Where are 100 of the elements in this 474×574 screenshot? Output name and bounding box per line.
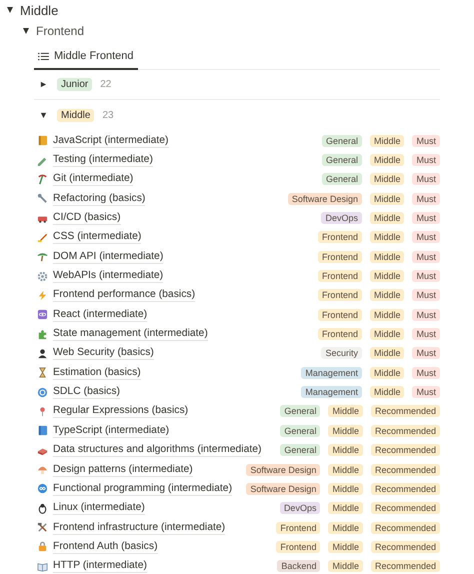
tag: Must — [412, 231, 440, 244]
tag: Middle — [370, 366, 404, 379]
toggle-arrow-icon[interactable] — [6, 6, 14, 14]
tag: Middle — [328, 444, 363, 456]
page-link[interactable]: CSS (intermediate) — [53, 230, 142, 244]
page-link[interactable]: Estimation (basics) — [53, 366, 141, 380]
tag: Software Design — [246, 482, 320, 495]
page-link[interactable]: TypeScript (intermediate) — [53, 424, 170, 438]
tag: Must — [412, 347, 440, 360]
page-link[interactable]: State management (intermediate) — [53, 327, 208, 342]
group-count: 22 — [100, 79, 112, 90]
toggle-heading: Frontend — [36, 24, 84, 38]
tag: Must — [412, 289, 440, 302]
tag: Middle — [328, 502, 363, 514]
toggle-arrow-icon[interactable] — [22, 27, 30, 35]
group-tag: Junior — [57, 78, 92, 91]
tag: Software Design — [288, 192, 362, 205]
tag: Must — [412, 192, 440, 205]
tag: Must — [412, 270, 440, 282]
page-link[interactable]: JavaScript (intermediate) — [53, 134, 168, 148]
puzzle-icon — [37, 328, 48, 340]
book-icon — [37, 425, 48, 436]
group-count: 23 — [102, 110, 114, 121]
lock-icon — [37, 541, 48, 552]
tag: Recommended — [370, 482, 440, 495]
tag: Recommended — [370, 522, 440, 534]
tag: Frontend — [318, 289, 362, 302]
view-tab[interactable]: Middle Frontend — [34, 46, 138, 70]
tag: Security — [321, 347, 362, 360]
tag: Frontend — [276, 522, 320, 534]
page-link[interactable]: DOM API (intermediate) — [53, 250, 164, 264]
page-link[interactable]: Frontend performance (basics) — [53, 288, 196, 302]
page-link[interactable]: SDLC (basics) — [53, 385, 120, 400]
page-link[interactable]: Data structures and algorithms (intermediate) — [53, 443, 262, 458]
tag: Recommended — [370, 540, 440, 553]
tag: Must — [412, 134, 440, 147]
tag: Frontend — [318, 328, 362, 340]
tag: Management — [301, 366, 362, 379]
page-link[interactable]: Refactoring (basics) — [53, 192, 146, 206]
tag: Must — [412, 328, 440, 340]
page-link[interactable]: Regular Expressions (basics) — [53, 404, 188, 418]
page-link[interactable]: Linux (intermediate) — [53, 501, 145, 516]
mushroom-icon — [37, 464, 48, 476]
tag: Must — [412, 308, 440, 321]
page-link[interactable]: Frontend infrastructure (intermediate) — [53, 520, 226, 535]
list-icon — [38, 52, 49, 60]
page-link[interactable]: Design patterns (intermediate) — [53, 462, 193, 477]
penguin-icon — [37, 502, 48, 514]
tag: General — [322, 134, 362, 147]
tag: Middle — [370, 328, 404, 340]
wrench-icon — [37, 193, 48, 204]
tag: Middle — [370, 386, 404, 398]
tag: Must — [412, 250, 440, 263]
tag: Recommended — [370, 560, 440, 572]
hourglass-icon — [37, 367, 48, 378]
page-link[interactable]: WebAPIs (intermediate) — [53, 269, 164, 284]
group-toggle-icon[interactable] — [40, 112, 47, 119]
loop-icon — [37, 483, 48, 494]
page-link[interactable]: Functional programming (intermediate) — [53, 482, 232, 496]
toggle-heading: Middle — [20, 2, 58, 18]
tag: Middle — [328, 405, 363, 418]
tag: Middle — [370, 231, 404, 244]
tag: Software Design — [246, 464, 320, 476]
group-tag: Middle — [57, 109, 94, 122]
tag: Middle — [328, 540, 363, 553]
tag: DevOps — [321, 212, 362, 224]
tag: Frontend — [318, 270, 362, 282]
pin-icon — [37, 406, 48, 417]
tag: Must — [412, 366, 440, 379]
pick-icon — [37, 174, 48, 185]
tag: Must — [412, 173, 440, 186]
tag: General — [322, 154, 362, 166]
tag: Middle — [328, 522, 363, 534]
tag: General — [280, 444, 320, 456]
page-link[interactable]: Git (intermediate) — [53, 172, 134, 186]
tag: Frontend — [318, 250, 362, 263]
tag: Middle — [328, 560, 363, 572]
tag: Recommended — [370, 502, 440, 514]
tag: Frontend — [276, 540, 320, 553]
tag: Middle — [370, 250, 404, 263]
tag: Must — [412, 212, 440, 224]
gear-icon — [37, 270, 48, 282]
notebook-icon — [37, 135, 48, 146]
page-link[interactable]: Web Security (basics) — [53, 346, 154, 360]
tag: Recommended — [370, 444, 440, 456]
page-link[interactable]: Testing (intermediate) — [53, 153, 153, 168]
tag: General — [280, 424, 320, 437]
page-link[interactable]: Frontend Auth (basics) — [53, 540, 158, 554]
page-link[interactable]: HTTP (intermediate) — [53, 559, 147, 574]
tag: General — [322, 173, 362, 186]
page-link[interactable]: React (intermediate) — [53, 308, 148, 322]
group-toggle-icon[interactable] — [40, 81, 47, 88]
lightning-icon — [37, 290, 48, 301]
tag: Middle — [370, 154, 404, 166]
open-book-icon — [37, 560, 48, 572]
tag: Middle — [370, 212, 404, 224]
tag: Frontend — [318, 231, 362, 244]
page-link[interactable]: CI/CD (basics) — [53, 211, 121, 226]
tag: Middle — [370, 134, 404, 147]
tag: Middle — [328, 482, 363, 495]
